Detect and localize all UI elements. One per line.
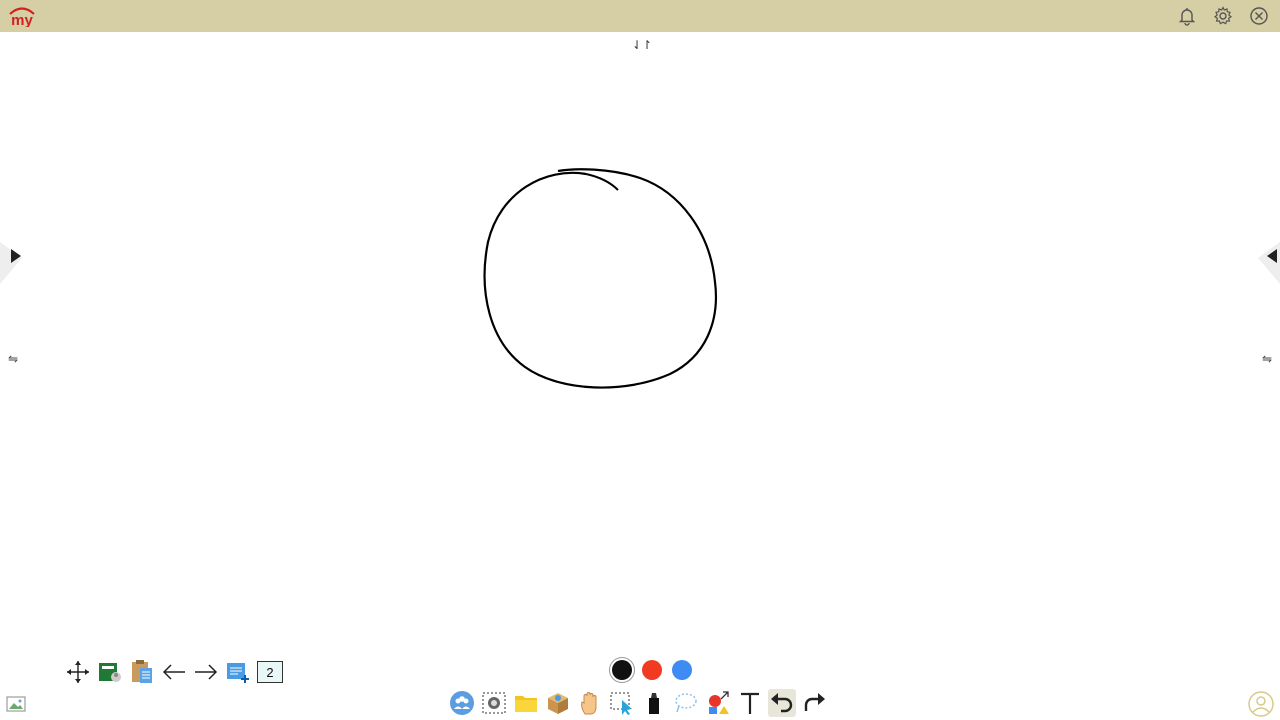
close-icon[interactable] (1248, 5, 1270, 27)
app-logo[interactable]: my (6, 5, 38, 27)
select-icon[interactable] (608, 689, 636, 717)
folder-icon[interactable] (512, 689, 540, 717)
arrow-left-icon[interactable] (160, 658, 188, 686)
clipboard-icon[interactable] (128, 658, 156, 686)
text-icon[interactable] (736, 689, 764, 717)
add-page-icon[interactable] (224, 658, 252, 686)
box-icon[interactable] (544, 689, 572, 717)
lasso-icon[interactable] (672, 689, 700, 717)
svg-text:my: my (11, 12, 33, 27)
drawn-tick-stroke (585, 173, 619, 191)
image-icon[interactable] (6, 694, 26, 714)
page-number: 2 (257, 661, 283, 683)
users-icon[interactable] (448, 689, 476, 717)
spreadsheet-icon[interactable] (96, 658, 124, 686)
whiteboard-canvas[interactable] (0, 32, 1280, 652)
shapes-icon[interactable] (704, 689, 732, 717)
move-icon[interactable] (64, 658, 92, 686)
hand-icon[interactable] (576, 689, 604, 717)
marker-icon[interactable] (640, 689, 668, 717)
undo-icon[interactable] (768, 689, 796, 717)
color-red-button[interactable] (642, 660, 662, 680)
bell-icon[interactable] (1176, 5, 1198, 27)
drawn-circle-stroke (483, 168, 717, 389)
page-number-button[interactable]: 2 (256, 658, 284, 686)
color-blue-button[interactable] (672, 660, 692, 680)
arrow-right-icon[interactable] (192, 658, 220, 686)
top-bar: my (0, 0, 1280, 32)
screenshot-icon[interactable] (480, 689, 508, 717)
user-avatar-icon[interactable] (1248, 691, 1274, 717)
redo-icon[interactable] (800, 689, 828, 717)
gear-icon[interactable] (1212, 5, 1234, 27)
color-black-button[interactable] (612, 660, 632, 680)
